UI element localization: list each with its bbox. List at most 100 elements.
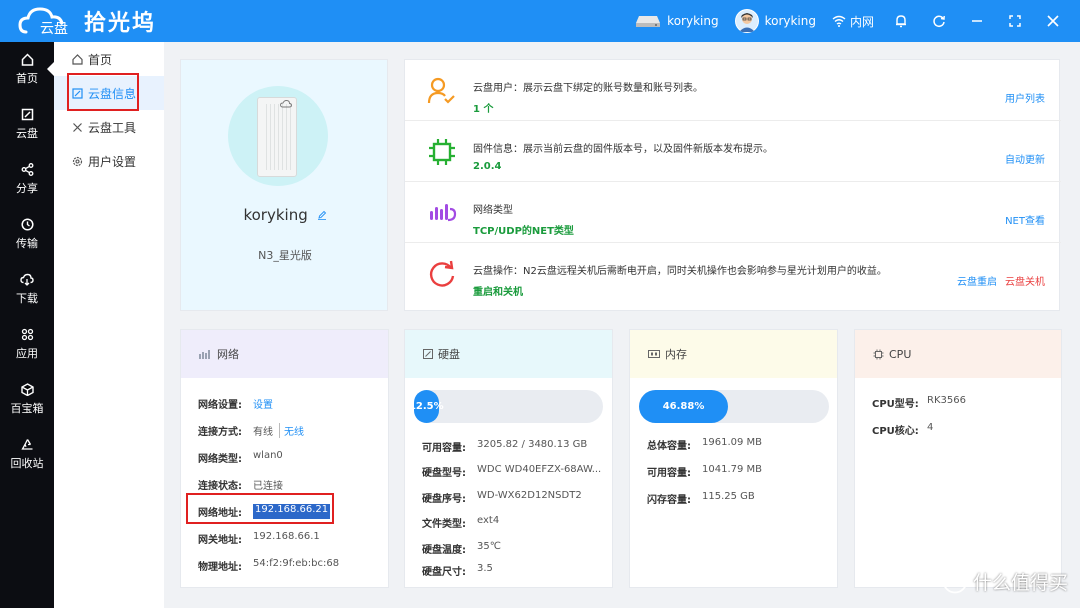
top-right-toolbar: koryking koryking 内网	[635, 0, 1080, 42]
gear-icon	[72, 156, 83, 166]
kv-value: 3.5	[477, 563, 493, 574]
kv-key: 闪存容量:	[647, 495, 691, 506]
cpu-row: CPU型号: RK3566	[872, 395, 966, 410]
nav-item-home[interactable]: 首页	[0, 42, 54, 97]
info-value-net: TCP/UDP的NET类型	[473, 226, 574, 237]
kv-key: 物理地址:	[198, 562, 242, 573]
share-icon	[21, 163, 33, 176]
close-icon	[1047, 15, 1059, 27]
watermark-text: 什么值得买	[972, 571, 1068, 594]
memory-icon	[648, 350, 660, 358]
disk-row: 硬盘温度: 35℃	[422, 541, 501, 556]
nav-label-apps: 应用	[16, 347, 38, 360]
network-panel-header: 网络	[181, 330, 388, 378]
edit-icon[interactable]	[317, 210, 327, 220]
kv-key: 硬盘型号:	[422, 468, 466, 479]
kv-key: 可用容量:	[422, 443, 466, 454]
close-button[interactable]	[1042, 10, 1064, 32]
nav-item-transfer[interactable]: 传输	[0, 207, 54, 262]
disk-icon	[423, 349, 433, 359]
disk-row: 文件类型: ext4	[422, 515, 499, 530]
subnav-item-cloud-tools[interactable]: 云盘工具	[54, 110, 164, 144]
restart-icon	[429, 260, 455, 287]
device-cloud-icon	[280, 100, 292, 108]
disk-row: 可用容量: 3205.82 / 3480.13 GB	[422, 439, 587, 454]
nav-item-share[interactable]: 分享	[0, 152, 54, 207]
subnav-label-home: 首页	[88, 52, 113, 67]
user-avatar-icon	[735, 10, 758, 32]
chip-icon	[429, 139, 455, 165]
kv-value: ext4	[477, 515, 500, 526]
disk-usage-label: 12.5%	[408, 401, 444, 412]
cpu-row: CPU核心: 4	[872, 422, 933, 437]
kv-value: 192.168.66.1	[253, 531, 320, 542]
minimize-icon	[972, 20, 982, 22]
main-content: koryking N3_星光版 云盘用户：展示云盘下绑定的账号数量和账号列表。 …	[164, 42, 1080, 608]
wired-option[interactable]: 有线	[253, 423, 273, 438]
network-status[interactable]: 内网	[832, 13, 874, 30]
subnav-item-user-settings[interactable]: 用户设置	[54, 144, 164, 178]
nav-item-toolbox[interactable]: 百宝箱	[0, 372, 54, 427]
kv-key: 可用容量:	[647, 468, 691, 479]
cpu-panel-header: CPU	[855, 330, 1061, 378]
refresh-button[interactable]	[928, 10, 950, 32]
net-view-link[interactable]: NET查看	[1005, 212, 1045, 227]
box-icon	[20, 383, 34, 396]
info-desc-ops: 云盘操作：N2云盘远程关机后需断电开启，同时关机操作也会影响参与星光计划用户的收…	[473, 266, 887, 277]
kv-key: 文件类型:	[422, 519, 466, 530]
nav-label-home: 首页	[16, 72, 38, 85]
notification-button[interactable]	[890, 10, 912, 32]
network-row-type: 网络类型: wlan0	[198, 450, 283, 465]
disk-row: 硬盘尺寸: 3.5	[422, 563, 493, 578]
memory-row: 可用容量: 1041.79 MB	[647, 464, 762, 479]
kv-key: 网络类型:	[198, 454, 242, 465]
nav-item-apps[interactable]: 应用	[0, 317, 54, 372]
network-row-gateway: 网关地址: 192.168.66.1	[198, 531, 320, 546]
memory-row: 闪存容量: 115.25 GB	[647, 491, 755, 506]
kv-key: CPU核心:	[872, 426, 919, 437]
subnav-label-cloud-tools: 云盘工具	[88, 120, 137, 135]
nav-item-download[interactable]: 下载	[0, 262, 54, 317]
cloud-download-icon	[20, 273, 34, 286]
memory-panel: 内存 46.88% 总体容量: 1961.09 MB 可用容量: 1041.79 M…	[629, 329, 838, 588]
network-row-connection: 连接方式: 有线 无线	[198, 423, 304, 438]
subnav-item-home[interactable]: 首页	[54, 42, 164, 76]
info-row-user: 云盘用户：展示云盘下绑定的账号数量和账号列表。 1 个 用户列表	[405, 60, 1061, 121]
maximize-button[interactable]	[1004, 10, 1026, 32]
device-model: N3_星光版	[258, 249, 312, 262]
restart-link[interactable]: 云盘重启	[957, 273, 997, 288]
cpu-panel-title: CPU	[889, 347, 912, 361]
user-list-link[interactable]: 用户列表	[1005, 90, 1045, 105]
user-menu[interactable]: koryking	[734, 9, 816, 33]
kv-key: 硬盘尺寸:	[422, 567, 466, 578]
device-selector[interactable]: koryking	[635, 14, 719, 28]
kv-value: 1961.09 MB	[702, 437, 763, 448]
nav-item-cloud[interactable]: 云盘	[0, 97, 54, 152]
kv-key: 网关地址:	[198, 535, 242, 546]
kv-value: 已连接	[253, 481, 283, 492]
info-desc-user: 云盘用户：展示云盘下绑定的账号数量和账号列表。	[473, 83, 703, 94]
svg-text:云盘: 云盘	[40, 20, 68, 36]
recycle-icon	[20, 439, 32, 450]
minimize-button[interactable]	[966, 10, 988, 32]
memory-usage-fill: 46.88%	[639, 390, 729, 423]
memory-row: 总体容量: 1961.09 MB	[647, 437, 762, 452]
nav-label-download: 下载	[16, 292, 38, 305]
kv-key: CPU型号:	[872, 399, 919, 410]
avatar	[734, 9, 759, 33]
cloud-logo-icon: 云盘	[18, 7, 68, 36]
disk-panel-title: 硬盘	[438, 348, 460, 361]
tools-icon	[73, 122, 82, 132]
disk-panel: 硬盘 12.5% 可用容量: 3205.82 / 3480.13 GB 硬盘型号:…	[404, 329, 613, 588]
cpu-icon	[873, 349, 884, 359]
disk-row: 硬盘型号: WDC WD40EFZX-68AW...	[422, 464, 601, 479]
hard-drive-icon	[636, 16, 661, 27]
wireless-option[interactable]: 无线	[279, 423, 304, 438]
auto-update-link[interactable]: 自动更新	[1005, 151, 1045, 166]
network-settings-link[interactable]: 设置	[253, 396, 273, 411]
nav-item-recycle[interactable]: 回收站	[0, 427, 54, 482]
app-title: 拾光坞	[84, 11, 157, 36]
disk-usage-fill: 12.5%	[409, 390, 444, 423]
shutdown-link[interactable]: 云盘关机	[1005, 273, 1045, 288]
left-nav: 首页 云盘 分享 传输 下载 应用 百宝箱 回收站	[0, 42, 54, 608]
